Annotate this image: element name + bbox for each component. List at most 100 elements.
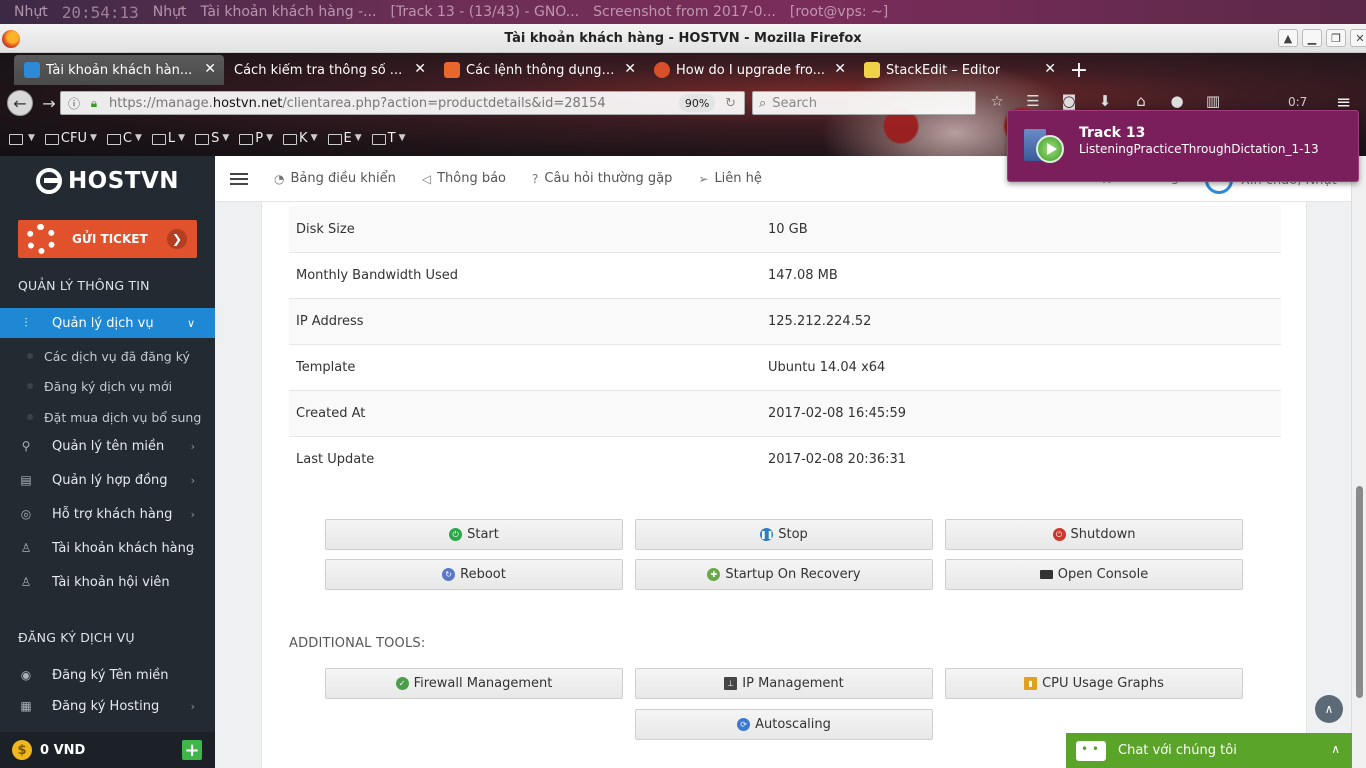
bookmark-folder-l[interactable]: L ▼ (149, 124, 188, 152)
folder-icon (371, 133, 386, 145)
pocket-icon[interactable]: ◙ (1058, 92, 1080, 110)
home-icon[interactable]: ⌂ (1130, 92, 1152, 110)
bookmark-folder-e[interactable]: E ▼ (325, 124, 365, 152)
autoscaling-button[interactable]: ⟳ Autoscaling (635, 709, 933, 740)
info-icon[interactable]: ⓘ (67, 95, 81, 112)
search-icon: ⌕ (759, 95, 767, 111)
clipboard-icon[interactable]: ▥ (1202, 92, 1224, 110)
bookmark-folder-t[interactable]: T ▼ (369, 124, 409, 152)
forward-button[interactable]: → (36, 90, 62, 116)
firewall-management-button[interactable]: ✓ Firewall Management (325, 668, 623, 699)
nav-contact[interactable]: ➢ Liên hệ (698, 171, 762, 186)
chat-bubble-icon (1076, 740, 1106, 761)
taskbar-screenshot[interactable]: Screenshot from 2017-0... (593, 4, 776, 20)
reload-icon[interactable]: ↻ (725, 96, 736, 111)
close-tab-icon[interactable]: ✕ (624, 61, 636, 77)
add-funds-button[interactable]: + (182, 740, 202, 761)
table-row: Template Ubuntu 14.04 x64 (289, 344, 1281, 390)
taskbar-terminal[interactable]: [root@vps: ~] (790, 4, 888, 20)
bookmark-folder-c[interactable]: C ▼ (104, 124, 145, 152)
reboot-button[interactable]: ↻ Reboot (325, 559, 623, 590)
page-scrollbar[interactable] (1351, 156, 1366, 768)
bookmark-folder-s[interactable]: S ▼ (192, 124, 232, 152)
tab-common-commands[interactable]: Các lệnh thông dụng ... ✕ (434, 55, 644, 85)
sidebar-item-domains[interactable]: ⚲ Quản lý tên miền › (0, 431, 215, 461)
minimize-icon[interactable]: ▁ (1302, 29, 1322, 47)
scroll-to-top-button[interactable]: ∧ (1315, 695, 1343, 723)
back-button[interactable]: ← (7, 90, 33, 116)
close-tab-icon[interactable]: ✕ (1044, 61, 1056, 77)
bookmark-folder-p[interactable]: P ▼ (236, 124, 276, 152)
bookmark-folder-cfu[interactable]: CFU ▼ (42, 124, 100, 152)
sidebar-sub-new-service[interactable]: Đăng ký dịch vụ mới (0, 371, 215, 401)
sidebar-item-register-domain[interactable]: ◉ Đăng ký Tên miền (0, 660, 215, 690)
addon-counter[interactable]: 0:7 (1288, 95, 1307, 109)
start-button[interactable]: ⏻ Start (325, 519, 623, 550)
tab-stackedit[interactable]: StackEdit – Editor ✕ (854, 55, 1064, 85)
table-row: Last Update 2017-02-08 20:36:31 (289, 436, 1281, 482)
taskbar-music[interactable]: [Track 13 - (13/43) - GNO... (390, 4, 579, 20)
hostvn-logo[interactable]: HOSTVN (0, 156, 215, 206)
nav-announcements[interactable]: ◁ Thông báo (422, 171, 506, 186)
folder-icon (44, 133, 59, 145)
sidebar-item-member-account[interactable]: ♙ Tài khoản hội viên (0, 567, 215, 597)
lock-icon[interactable]: 🔒︎ (87, 96, 101, 111)
taskbar-firefox[interactable]: Tài khoản khách hàng -... (201, 4, 377, 20)
balance-amount: 0 VND (40, 742, 86, 758)
nav-faq[interactable]: ? Câu hỏi thường gặp (532, 171, 672, 186)
chevron-down-icon: ∨ (186, 316, 195, 330)
folder-icon (9, 133, 23, 145)
scrollbar-thumb[interactable] (1356, 486, 1363, 698)
tab-check-specs[interactable]: Cách kiểm tra thông số ... ✕ (224, 55, 434, 85)
close-tab-icon[interactable]: ✕ (834, 61, 846, 77)
section-manage-info: QUẢN LÝ THÔNG TIN (18, 278, 150, 293)
tab-askubuntu[interactable]: How do I upgrade fro... ✕ (644, 55, 854, 85)
sidebar-item-services[interactable]: ⫶ Quản lý dịch vụ ∨ (0, 308, 215, 338)
bookmark-star-icon[interactable]: ☆ (986, 92, 1008, 110)
desktop-user[interactable]: Nhựt (14, 4, 48, 20)
new-tab-button[interactable]: + (1064, 55, 1094, 85)
cpu-usage-graphs-button[interactable]: ▮ CPU Usage Graphs (945, 668, 1243, 699)
sidebar-toggle-icon[interactable] (230, 172, 248, 185)
bookmark-folder-unnamed[interactable]: ▼ (6, 124, 38, 152)
chat-label: Chat với chúng tôi (1118, 743, 1237, 758)
music-notification[interactable]: Track 13 ListeningPracticeThroughDictati… (1007, 110, 1359, 182)
open-console-button[interactable]: Open Console (945, 559, 1243, 590)
close-icon[interactable]: ✕ (1350, 29, 1366, 47)
coin-icon: $ (12, 740, 32, 760)
sidebar-item-support[interactable]: ◎ Hỗ trợ khách hàng › (0, 499, 215, 529)
sidebar-item-contracts[interactable]: ▤ Quản lý hợp đồng › (0, 465, 215, 495)
extension-icon[interactable]: ● (1166, 92, 1188, 110)
shutdown-button[interactable]: ⏻ Shutdown (945, 519, 1243, 550)
sidebar-item-customer-account[interactable]: ♙ Tài khoản khách hàng › (0, 533, 215, 563)
globe-icon: ◉ (20, 668, 32, 682)
window-title: Tài khoản khách hàng - HOSTVN - Mozilla … (504, 30, 862, 46)
close-tab-icon[interactable]: ✕ (204, 61, 216, 77)
maximize-up-icon[interactable]: ▲ (1278, 29, 1298, 47)
search-bar[interactable]: ⌕ Search (752, 91, 976, 115)
sidebar-sub-registered-services[interactable]: Các dịch vụ đã đăng ký (0, 341, 215, 371)
chat-widget[interactable]: Chat với chúng tôi ∧ (1066, 733, 1352, 768)
search-placeholder: Search (772, 95, 817, 111)
desktop-user-2[interactable]: Nhựt (153, 4, 187, 20)
url-text[interactable]: https://manage.hostvn.net/clientarea.php… (109, 96, 679, 111)
url-bar[interactable]: ⓘ 🔒︎ https://manage.hostvn.net/clientare… (60, 91, 745, 115)
stop-button[interactable]: ❚❚ Stop (635, 519, 933, 550)
bookmark-folder-k[interactable]: K ▼ (280, 124, 320, 152)
tab-hostvn[interactable]: Tài khoản khách hàn... ✕ (14, 55, 224, 85)
hostvn-favicon-icon (24, 62, 40, 78)
chevron-up-icon: ∧ (1331, 742, 1340, 756)
restore-icon[interactable]: ❐ (1326, 29, 1346, 47)
send-ticket-button[interactable]: GỬI TICKET ❯ (18, 220, 197, 258)
sidebar-item-register-hosting[interactable]: ▦ Đăng ký Hosting › (0, 691, 215, 721)
download-icon[interactable]: ⬇ (1094, 92, 1116, 110)
reader-list-icon[interactable]: ☰ (1022, 92, 1044, 110)
sidebar-sub-addon-service[interactable]: Đặt mua dịch vụ bổ sung (0, 402, 215, 432)
close-tab-icon[interactable]: ✕ (414, 61, 426, 77)
member-icon: ♙ (20, 575, 32, 589)
startup-recovery-button[interactable]: ✚ Startup On Recovery (635, 559, 933, 590)
ip-management-button[interactable]: ⊥ IP Management (635, 668, 933, 699)
zoom-level[interactable]: 90% (679, 94, 716, 112)
nav-dashboard[interactable]: ◔ Bảng điều khiển (274, 171, 396, 186)
tab-strip: Tài khoản khách hàn... ✕ Cách kiểm tra t… (14, 54, 1094, 86)
